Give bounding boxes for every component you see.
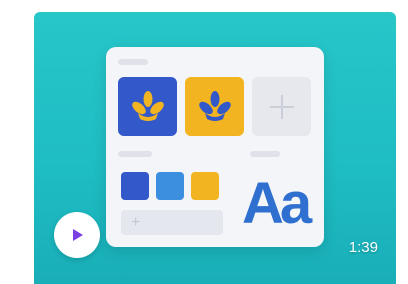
play-button[interactable] — [54, 212, 100, 258]
color-swatch-blue — [121, 172, 149, 200]
font-sample-text: Aa — [242, 171, 312, 236]
video-duration: 1:39 — [348, 239, 378, 256]
brand-kit-illustration: + Aa — [106, 47, 324, 247]
color-swatch-light-blue — [156, 172, 184, 200]
video-thumbnail-card[interactable]: + Aa 1:39 — [34, 12, 396, 284]
skeleton-line — [250, 151, 280, 157]
plus-icon — [269, 94, 294, 119]
skeleton-line — [118, 59, 148, 65]
plant-logo-icon — [198, 90, 231, 121]
logo-tile-blue — [118, 77, 177, 136]
add-color-bar: + — [121, 210, 223, 235]
plant-logo-icon — [131, 90, 164, 121]
play-icon — [73, 229, 83, 241]
color-swatch-yellow — [191, 172, 219, 200]
logo-tile-yellow — [185, 77, 244, 136]
skeleton-line — [118, 151, 152, 157]
add-logo-tile — [252, 77, 311, 136]
